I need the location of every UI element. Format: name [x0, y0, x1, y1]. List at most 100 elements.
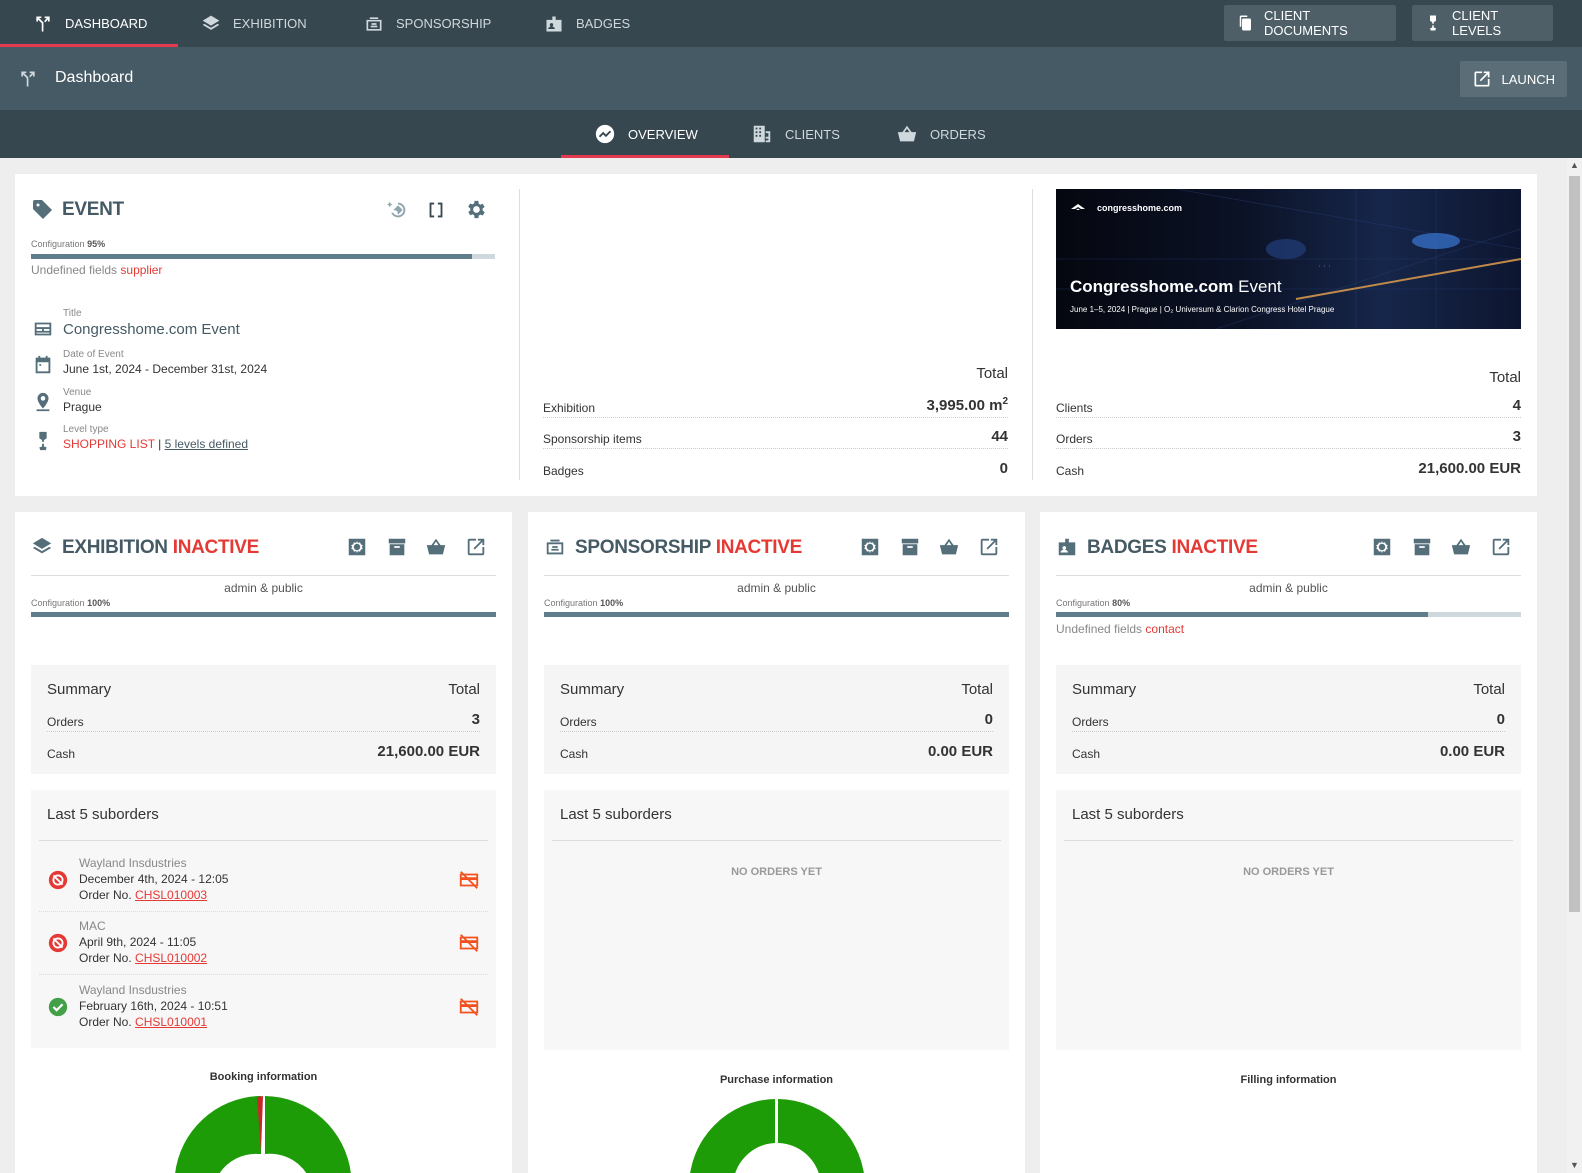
scrollbar-thumb[interactable] [1569, 176, 1580, 912]
summary-total-header: Total [448, 681, 480, 698]
brackets-icon[interactable] [425, 199, 447, 221]
event-config-progress [31, 254, 495, 259]
module-status: INACTIVE [172, 537, 260, 558]
nav-dashboard[interactable]: DASHBOARD [0, 0, 179, 47]
client-levels-button[interactable]: CLIENT LEVELS [1412, 5, 1553, 41]
row-label: Badges [543, 464, 584, 478]
undefined-label: Undefined fields [1056, 622, 1143, 636]
order-item[interactable]: Wayland Insdustries February 16th, 2024 … [39, 976, 488, 1039]
settings-gear-icon[interactable] [859, 536, 881, 558]
launch-label: LAUNCH [1501, 71, 1555, 87]
order-number-label: Order No. [79, 951, 132, 965]
order-client: Wayland Insdustries [79, 983, 187, 997]
nav-exhibition-label: EXHIBITION [233, 16, 307, 31]
progress-fill [31, 612, 496, 617]
open-external-icon[interactable] [1490, 536, 1512, 558]
nav-sponsorship[interactable]: SPONSORSHIP [364, 0, 491, 47]
order-number-link[interactable]: CHSL010001 [135, 1015, 207, 1029]
row-value: 44 [991, 428, 1008, 445]
row-value: 0 [1496, 711, 1505, 728]
scroll-up-arrow[interactable]: ▲ [1570, 161, 1579, 170]
payment-off-icon[interactable] [458, 932, 480, 954]
progress-fill [1056, 612, 1428, 617]
title-label: Title [63, 308, 82, 319]
settings-gear-icon[interactable] [464, 198, 487, 221]
event-config-label: Configuration 95% [31, 239, 105, 249]
total-row-orders: Orders 3 [1056, 418, 1521, 449]
order-number: Order No. CHSL010001 [79, 1015, 207, 1029]
undefined-field-value: contact [1145, 622, 1185, 636]
total-row-exhibition: Exhibition 3,995.00 m2 [543, 387, 1008, 418]
module-config-label: Configuration 100% [544, 598, 623, 608]
divider [1056, 575, 1521, 576]
open-external-icon[interactable] [978, 536, 1000, 558]
order-date: February 16th, 2024 - 10:51 [79, 999, 228, 1013]
donut-slice [175, 1096, 259, 1173]
archive-icon[interactable] [899, 536, 921, 558]
undefined-label: Undefined fields [31, 263, 118, 277]
summary-orders-row: Orders 0 [560, 701, 993, 732]
right-total-header: Total [1489, 369, 1521, 386]
page-scrollbar[interactable]: ▲ ▼ [1567, 158, 1582, 1173]
booking-donut-chart [175, 1095, 351, 1173]
order-number-link[interactable]: CHSL010002 [135, 951, 207, 965]
module-name: EXHIBITION [62, 537, 168, 558]
last-suborders-title: Last 5 suborders [47, 806, 159, 823]
banner-title-bold: Congresshome.com [1070, 277, 1234, 296]
archive-icon[interactable] [386, 536, 408, 558]
payment-off-icon[interactable] [458, 996, 480, 1018]
purchase-chart-title: Purchase information [719, 1074, 834, 1086]
archive-icon[interactable] [1411, 536, 1433, 558]
order-number-label: Order No. [79, 888, 132, 902]
dashboard-fork-icon [36, 16, 50, 31]
tab-clients-label: CLIENTS [785, 126, 840, 142]
banner-title: Congresshome.com Event [1070, 277, 1282, 297]
settings-gear-icon[interactable] [346, 536, 368, 558]
tab-overview[interactable]: OVERVIEW [561, 110, 729, 158]
divider [1032, 189, 1033, 480]
order-date: April 9th, 2024 - 11:05 [79, 935, 197, 949]
basket-icon[interactable] [425, 536, 447, 558]
scroll-down-arrow[interactable]: ▼ [1570, 1161, 1579, 1170]
order-item[interactable]: Wayland Insdustries December 4th, 2024 -… [39, 849, 488, 912]
auto-fix-icon[interactable] [387, 199, 409, 221]
access-mode: admin & public [737, 581, 816, 595]
launch-button[interactable]: LAUNCH [1459, 61, 1567, 97]
nav-badges[interactable]: BADGES [544, 0, 630, 47]
config-text: Configuration [1056, 598, 1110, 608]
row-value: 0.00 EUR [1439, 743, 1505, 760]
order-number-link[interactable]: CHSL010003 [135, 888, 207, 902]
dashboard-fork-icon [21, 71, 35, 87]
tab-orders[interactable]: ORDERS [896, 110, 986, 158]
last-suborders-box: Last 5 suborders NO ORDERS YET [1056, 790, 1521, 1050]
client-documents-button[interactable]: CLIENT DOCUMENTS [1224, 5, 1396, 41]
summary-total-header: Total [1473, 681, 1505, 698]
level-type-value: SHOPPING LIST | 5 levels defined [63, 437, 248, 451]
nav-dashboard-label: DASHBOARD [65, 16, 148, 31]
summary-header: Summary [560, 681, 625, 698]
row-label: Exhibition [543, 401, 596, 415]
module-config-progress [544, 612, 1009, 617]
basket-icon[interactable] [938, 536, 960, 558]
open-external-icon[interactable] [465, 536, 487, 558]
order-item[interactable]: MAC April 9th, 2024 - 11:05 Order No. CH… [39, 912, 488, 975]
progress-fill [31, 254, 472, 259]
level-type-label: Level type [63, 424, 109, 435]
basket-icon[interactable] [1450, 536, 1472, 558]
page-title: Dashboard [55, 69, 134, 86]
settings-gear-icon[interactable] [1371, 536, 1393, 558]
module-undefined-fields: Undefined fields contact [1056, 622, 1184, 636]
tab-clients[interactable]: CLIENTS [751, 110, 840, 158]
payment-off-icon[interactable] [458, 869, 480, 891]
nav-exhibition[interactable]: EXHIBITION [201, 0, 307, 47]
levels-defined-link[interactable]: 5 levels defined [165, 437, 248, 451]
row-label: Orders [1056, 432, 1093, 446]
sponsorship-icon [546, 539, 564, 555]
config-percent: 95% [87, 239, 106, 249]
access-mode: admin & public [224, 581, 303, 595]
progress-fill [544, 612, 1009, 617]
divider [544, 575, 1009, 576]
module-title: EXHIBITION INACTIVE [62, 537, 259, 559]
calendar-icon [35, 355, 51, 374]
date-value: June 1st, 2024 - December 31st, 2024 [63, 362, 268, 376]
